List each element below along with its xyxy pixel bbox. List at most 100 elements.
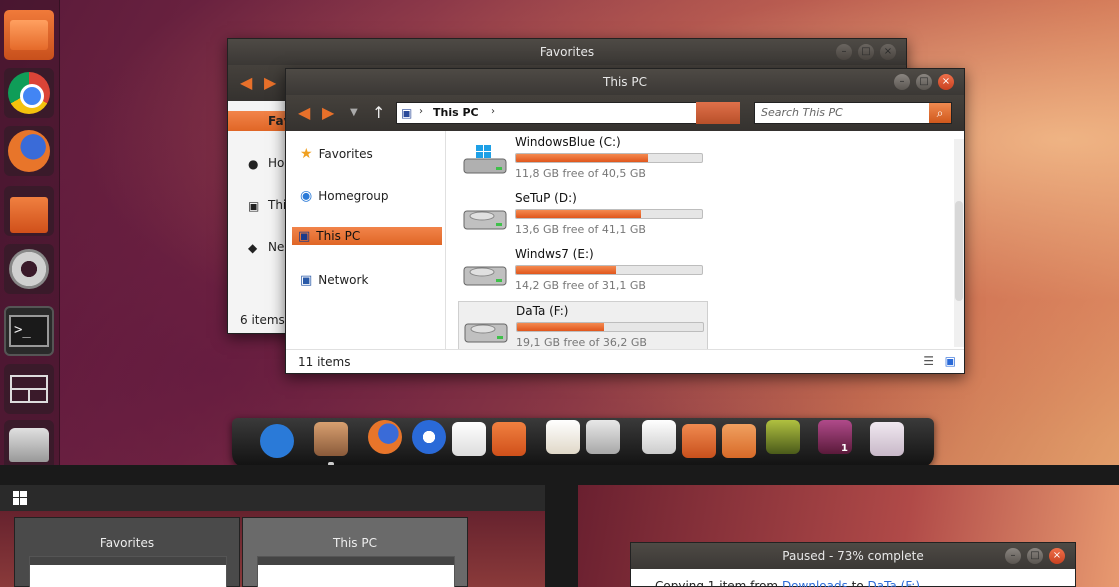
drive-icon[interactable]	[4, 420, 54, 470]
drive-item-d[interactable]: SeTuP (D:) 13,6 GB free of 41,1 GB	[458, 189, 708, 241]
drive-free-space: 19,1 GB free of 36,2 GB	[516, 336, 647, 349]
computer-icon: ▣	[298, 228, 311, 244]
forward-arrow-icon[interactable]: ▶	[264, 73, 276, 92]
minimize-button[interactable]: –	[894, 74, 910, 90]
sidebar-item-this-pc[interactable]: Thi	[268, 198, 286, 212]
workspace-switcher-icon[interactable]	[4, 364, 54, 414]
scroll-thumb[interactable]	[955, 201, 963, 301]
large-icons-view-icon[interactable]: ▣	[945, 354, 956, 368]
sidebar-item-network[interactable]: Ne	[268, 240, 284, 254]
back-arrow-icon[interactable]: ◀	[298, 103, 310, 122]
editor-icon[interactable]	[642, 420, 676, 454]
favorites-selected-item[interactable]: Fav	[228, 111, 291, 131]
settings-icon[interactable]	[4, 244, 54, 294]
hard-drive-icon	[463, 210, 507, 230]
drive-usage-fill	[516, 210, 641, 218]
vertical-scrollbar[interactable]	[954, 139, 964, 347]
chat-icon[interactable]	[452, 422, 486, 456]
sidebar-item-this-pc[interactable]: ▣ This PC	[292, 227, 442, 245]
status-text: 11 items	[298, 355, 351, 369]
terminal-glyph: >_	[9, 315, 49, 347]
copy-prefix: Copying 1 item from	[655, 579, 782, 587]
close-button[interactable]: ×	[938, 74, 954, 90]
minimize-button[interactable]: –	[1005, 548, 1021, 564]
this-pc-window[interactable]: This PC – □ × ◀ ▶ ▼ ↑ ▣ › This PC › Sear…	[285, 68, 965, 374]
terminal-icon[interactable]: >_	[4, 306, 54, 356]
store-icon[interactable]	[492, 422, 526, 456]
copy-titlebar[interactable]: Paused - 73% complete – □ ×	[631, 543, 1075, 569]
back-arrow-icon[interactable]: ◀	[240, 73, 252, 92]
notes-icon[interactable]	[546, 420, 580, 454]
accessibility-icon[interactable]	[260, 424, 294, 458]
dock: 1	[232, 418, 934, 468]
windows-logo-icon[interactable]	[13, 491, 27, 505]
address-text: This PC	[433, 106, 479, 119]
window-switcher: Favorites This PC	[0, 485, 545, 587]
this-pc-titlebar[interactable]: This PC – □ ×	[286, 69, 964, 95]
up-arrow-icon[interactable]: ↑	[372, 103, 385, 122]
forward-arrow-icon[interactable]: ▶	[322, 103, 334, 122]
sidebar-item-network[interactable]: ▣ Network	[300, 271, 368, 289]
network-icon: ▣	[300, 272, 313, 288]
drive-usage-fill	[517, 323, 605, 331]
recent-dropdown-icon[interactable]: ▼	[350, 107, 358, 118]
maximize-button[interactable]: □	[858, 44, 874, 60]
backup-icon[interactable]	[682, 424, 716, 458]
presentation-icon[interactable]	[870, 422, 904, 456]
chrome-icon[interactable]	[4, 68, 54, 118]
downloads-icon[interactable]	[722, 424, 756, 458]
sidebar-item-label: Homegroup	[318, 189, 389, 203]
maximize-button[interactable]: □	[1027, 548, 1043, 564]
search-input[interactable]: Search This PC ⌕	[754, 102, 952, 124]
window-title: Favorites	[539, 45, 595, 59]
workspace-badge: 1	[841, 443, 848, 454]
computer-icon: ▣	[401, 106, 413, 120]
shopping-bag-icon	[10, 197, 48, 233]
copy-progress-window[interactable]: Paused - 73% complete – □ × Copying 1 it…	[630, 542, 1076, 587]
drive-item-c[interactable]: WindowsBlue (C:) 11,8 GB free of 40,5 GB	[458, 133, 708, 185]
refresh-button[interactable]	[696, 102, 740, 124]
window-preview	[29, 556, 227, 587]
maximize-button[interactable]: □	[916, 74, 932, 90]
sidebar-item-label: Network	[318, 273, 369, 287]
sidebar-item-homegroup[interactable]: ◉ Homegroup	[300, 187, 389, 205]
window-preview	[257, 556, 455, 587]
drive-usage-bar	[516, 322, 704, 332]
drive-name: Windws7 (E:)	[515, 247, 594, 261]
drive-item-f[interactable]: DaTa (F:) 19,1 GB free of 36,2 GB	[458, 301, 708, 353]
favorites-titlebar[interactable]: Favorites – □ ×	[228, 39, 906, 65]
archive-icon[interactable]	[314, 422, 348, 456]
sidebar-item-label: Favorites	[318, 147, 373, 161]
switcher-card-favorites[interactable]: Favorites	[14, 517, 240, 587]
sidebar-item-label: This PC	[316, 229, 361, 243]
firefox-icon[interactable]	[4, 126, 54, 176]
drive-item-e[interactable]: Windws7 (E:) 14,2 GB free of 31,1 GB	[458, 245, 708, 297]
source-link[interactable]: Downloads	[782, 579, 848, 587]
photos-icon[interactable]	[766, 420, 800, 454]
switcher-card-this-pc[interactable]: This PC	[242, 517, 468, 587]
search-icon[interactable]: ⌕	[929, 103, 951, 123]
drive-usage-fill	[516, 154, 649, 162]
card-title: This PC	[333, 536, 377, 550]
minimize-button[interactable]: –	[836, 44, 852, 60]
breadcrumb-separator-icon: ›	[419, 106, 423, 117]
calculator-icon[interactable]	[586, 420, 620, 454]
globe-icon: ●	[248, 157, 259, 171]
sidebar-item-favorites[interactable]: ★ Favorites	[300, 145, 373, 163]
files-icon[interactable]	[4, 10, 54, 60]
preview-toolbar	[258, 557, 454, 565]
launcher: >_	[0, 0, 60, 470]
thunderbird-icon[interactable]	[412, 420, 446, 454]
workspaces-icon[interactable]: 1	[818, 420, 852, 454]
destination-link[interactable]: DaTa (F:)	[868, 579, 920, 587]
close-button[interactable]: ×	[1049, 548, 1065, 564]
drives-content: WindowsBlue (C:) 11,8 GB free of 40,5 GB…	[448, 131, 956, 353]
address-bar[interactable]: ▣ › This PC ›	[396, 102, 740, 124]
drive-name: DaTa (F:)	[516, 304, 569, 318]
drive-free-space: 14,2 GB free of 31,1 GB	[515, 279, 646, 292]
store-icon[interactable]	[4, 186, 54, 236]
sidebar-item-homegroup[interactable]: Ho	[268, 156, 284, 170]
details-view-icon[interactable]: ☰	[923, 354, 934, 368]
close-button[interactable]: ×	[880, 44, 896, 60]
firefox-icon[interactable]	[368, 420, 402, 454]
